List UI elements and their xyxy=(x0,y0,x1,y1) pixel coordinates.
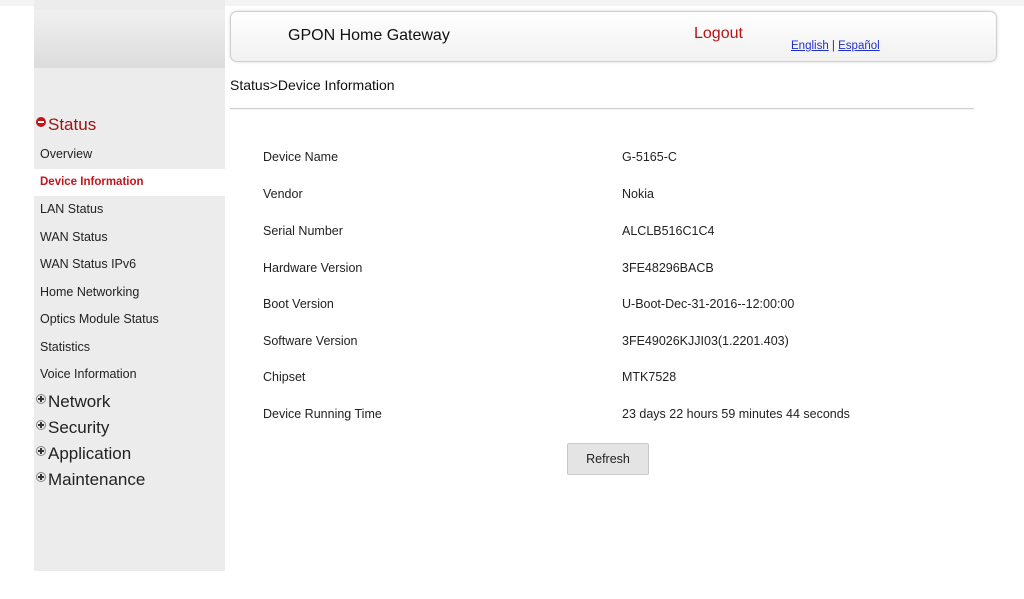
sidebar-item-wan-status[interactable]: WAN Status xyxy=(34,224,225,252)
info-value: G-5165-C xyxy=(622,150,677,164)
sidebar-item-wan-status-ipv6[interactable]: WAN Status IPv6 xyxy=(34,251,225,279)
logout-link[interactable]: Logout xyxy=(694,25,743,43)
plus-circle-icon xyxy=(36,419,46,430)
lang-espanol-link[interactable]: Español xyxy=(838,40,880,52)
plus-circle-icon xyxy=(36,393,46,404)
sidebar-menu: Status Overview Device Information LAN S… xyxy=(34,112,225,493)
info-value: 23 days 22 hours 59 minutes 44 seconds xyxy=(622,407,850,421)
menu-section-label: Security xyxy=(48,417,110,437)
menu-section-label: Application xyxy=(48,443,132,463)
info-label: Hardware Version xyxy=(263,261,363,275)
menu-section-label: Maintenance xyxy=(48,469,146,489)
sidebar-item-device-information[interactable]: Device Information xyxy=(34,168,225,196)
divider xyxy=(230,108,974,110)
sidebar-item-voice-information[interactable]: Voice Information xyxy=(34,361,225,389)
sidebar-item-statistics[interactable]: Statistics xyxy=(34,334,225,362)
minus-circle-icon xyxy=(36,117,46,127)
info-label: Device Running Time xyxy=(263,407,382,421)
menu-section-label: Network xyxy=(48,391,111,411)
info-value: 3FE49026KJJI03(1.2201.403) xyxy=(622,334,789,348)
sidebar: Status Overview Device Information LAN S… xyxy=(34,0,225,571)
info-label: Vendor xyxy=(263,187,303,201)
info-value: U-Boot-Dec-31-2016--12:00:00 xyxy=(622,297,795,311)
info-label: Chipset xyxy=(263,370,306,384)
info-label: Serial Number xyxy=(263,224,343,238)
info-value: MTK7528 xyxy=(622,370,677,384)
breadcrumb: Status>Device Information xyxy=(230,77,395,93)
status-submenu: Overview Device Information LAN Status W… xyxy=(34,141,225,389)
menu-section-security[interactable]: Security xyxy=(34,415,225,441)
sidebar-item-lan-status[interactable]: LAN Status xyxy=(34,196,225,224)
sidebar-header xyxy=(34,10,225,68)
info-label: Device Name xyxy=(263,150,339,164)
info-label: Software Version xyxy=(263,334,358,348)
lang-separator: | xyxy=(831,40,835,52)
lang-english-link[interactable]: English xyxy=(791,40,829,52)
language-switcher: English | Español xyxy=(791,40,880,52)
sidebar-item-overview[interactable]: Overview xyxy=(34,141,225,169)
menu-section-network[interactable]: Network xyxy=(34,389,225,415)
plus-circle-icon xyxy=(36,471,46,482)
sidebar-item-optics-module-status[interactable]: Optics Module Status xyxy=(34,306,225,334)
info-value: Nokia xyxy=(622,187,654,201)
menu-section-application[interactable]: Application xyxy=(34,441,225,467)
menu-section-label: Status xyxy=(48,115,97,134)
plus-circle-icon xyxy=(36,445,46,456)
info-value: 3FE48296BACB xyxy=(622,261,714,275)
header-bar: GPON Home Gateway Logout English | Españ… xyxy=(230,11,997,62)
refresh-button[interactable]: Refresh xyxy=(567,443,649,475)
info-label: Boot Version xyxy=(263,297,334,311)
info-value: ALCLB516C1C4 xyxy=(622,224,715,238)
gateway-title: GPON Home Gateway xyxy=(288,27,450,44)
menu-section-maintenance[interactable]: Maintenance xyxy=(34,467,225,493)
sidebar-item-home-networking[interactable]: Home Networking xyxy=(34,279,225,307)
menu-section-status[interactable]: Status xyxy=(34,112,225,138)
